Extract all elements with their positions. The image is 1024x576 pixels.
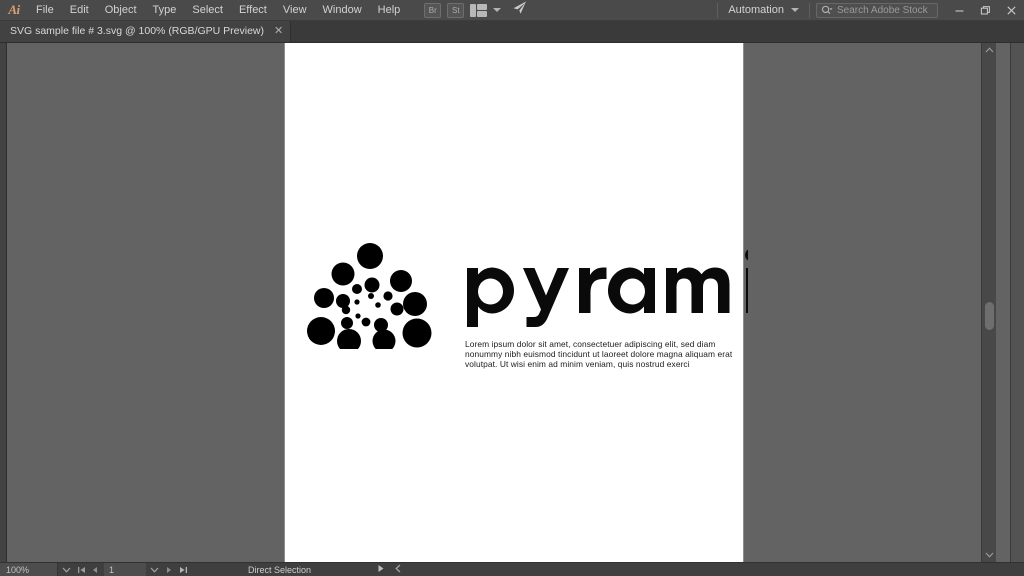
workspace: Lorem ipsum dolor sit amet, consectetuer… <box>0 43 1024 562</box>
search-adobe-stock-input[interactable]: Search Adobe Stock <box>816 2 938 18</box>
artboard[interactable]: Lorem ipsum dolor sit amet, consectetuer… <box>285 43 748 562</box>
scroll-up-icon[interactable] <box>982 43 997 57</box>
window-controls <box>946 0 1024 21</box>
right-panel-dock[interactable] <box>1010 43 1024 562</box>
left-toolbar-rail <box>0 43 7 562</box>
pyramid-wordmark[interactable] <box>463 245 748 327</box>
arrange-chevron-down-icon[interactable] <box>493 8 502 12</box>
status-bar: 100% 1 Direct Selection <box>0 562 1024 576</box>
arrange-documents-icon[interactable] <box>470 3 488 17</box>
page-number-field[interactable]: 1 <box>104 562 146 576</box>
automation-dropdown[interactable]: Automation <box>724 4 803 16</box>
play-icon[interactable] <box>377 564 385 575</box>
restore-icon <box>980 5 990 15</box>
search-placeholder: Search Adobe Stock <box>837 4 928 16</box>
document-tab-title: SVG sample file # 3.svg @ 100% (RGB/GPU … <box>10 25 264 37</box>
arrange-right-panes <box>477 3 488 17</box>
pyramid-dots-logo-icon[interactable] <box>305 239 435 349</box>
next-page-icon[interactable] <box>162 563 176 576</box>
document-tab-bar: SVG sample file # 3.svg @ 100% (RGB/GPU … <box>0 20 1024 43</box>
menubar-divider-1 <box>717 2 719 18</box>
search-icon <box>821 5 833 14</box>
minimize-icon <box>955 9 963 12</box>
status-bar-right-group <box>377 564 401 575</box>
minimize-button[interactable] <box>946 0 972 21</box>
body-paragraph[interactable]: Lorem ipsum dolor sit amet, consectetuer… <box>465 339 755 370</box>
canvas-area[interactable]: Lorem ipsum dolor sit amet, consectetuer… <box>7 43 1010 562</box>
menu-window[interactable]: Window <box>315 0 370 21</box>
previous-page-icon[interactable] <box>88 563 102 576</box>
scroll-down-icon[interactable] <box>982 548 997 562</box>
restore-button[interactable] <box>972 0 998 21</box>
page-chevron-down-icon[interactable] <box>146 563 162 576</box>
menubar-divider-2 <box>809 2 810 18</box>
bridge-icon[interactable]: Br <box>424 2 442 18</box>
page-navigation-group: 1 <box>74 562 190 576</box>
scrollbar-track[interactable] <box>982 57 997 548</box>
artwork-group[interactable]: Lorem ipsum dolor sit amet, consectetuer… <box>305 239 748 389</box>
vertical-scrollbar[interactable] <box>981 43 996 562</box>
app-logo-icon: Ai <box>8 2 20 17</box>
automation-chevron-down-icon <box>791 8 799 12</box>
menu-object[interactable]: Object <box>97 0 145 21</box>
arrange-pane-top <box>477 3 488 10</box>
close-button[interactable] <box>998 0 1024 21</box>
menubar-right-group: Automation Search Adobe Stock <box>711 0 1024 21</box>
menu-help[interactable]: Help <box>370 0 409 21</box>
zoom-chevron-down-icon[interactable] <box>58 563 74 576</box>
close-icon <box>1006 5 1016 15</box>
scrollbar-thumb[interactable] <box>984 302 994 330</box>
arrange-pane-bottom <box>477 10 488 17</box>
current-tool-label[interactable]: Direct Selection <box>248 565 311 575</box>
share-cursor-icon[interactable] <box>511 0 528 20</box>
document-tab[interactable]: SVG sample file # 3.svg @ 100% (RGB/GPU … <box>0 20 292 42</box>
zoom-level-value: 100% <box>6 564 30 575</box>
menu-effect[interactable]: Effect <box>231 0 275 21</box>
last-page-icon[interactable] <box>176 563 190 576</box>
back-chevron-left-icon[interactable] <box>395 564 401 575</box>
menu-type[interactable]: Type <box>145 0 185 21</box>
menu-bar: Ai File Edit Object Type Select Effect V… <box>0 0 1024 21</box>
menu-select[interactable]: Select <box>184 0 231 21</box>
menu-edit[interactable]: Edit <box>62 0 97 21</box>
zoom-level-field[interactable]: 100% <box>0 562 58 576</box>
automation-label: Automation <box>728 4 784 16</box>
document-tab-close-icon[interactable]: ✕ <box>274 25 283 37</box>
menu-file[interactable]: File <box>28 0 62 21</box>
stock-icon[interactable]: St <box>447 2 465 18</box>
illustrator-window: Ai File Edit Object Type Select Effect V… <box>0 0 1024 576</box>
first-page-icon[interactable] <box>74 563 88 576</box>
page-number-value: 1 <box>109 564 115 575</box>
arrange-left-pane <box>470 3 477 17</box>
menu-view[interactable]: View <box>275 0 315 21</box>
menubar-tool-buttons: Br St <box>424 0 528 20</box>
menu-items: File Edit Object Type Select Effect View… <box>28 0 408 21</box>
